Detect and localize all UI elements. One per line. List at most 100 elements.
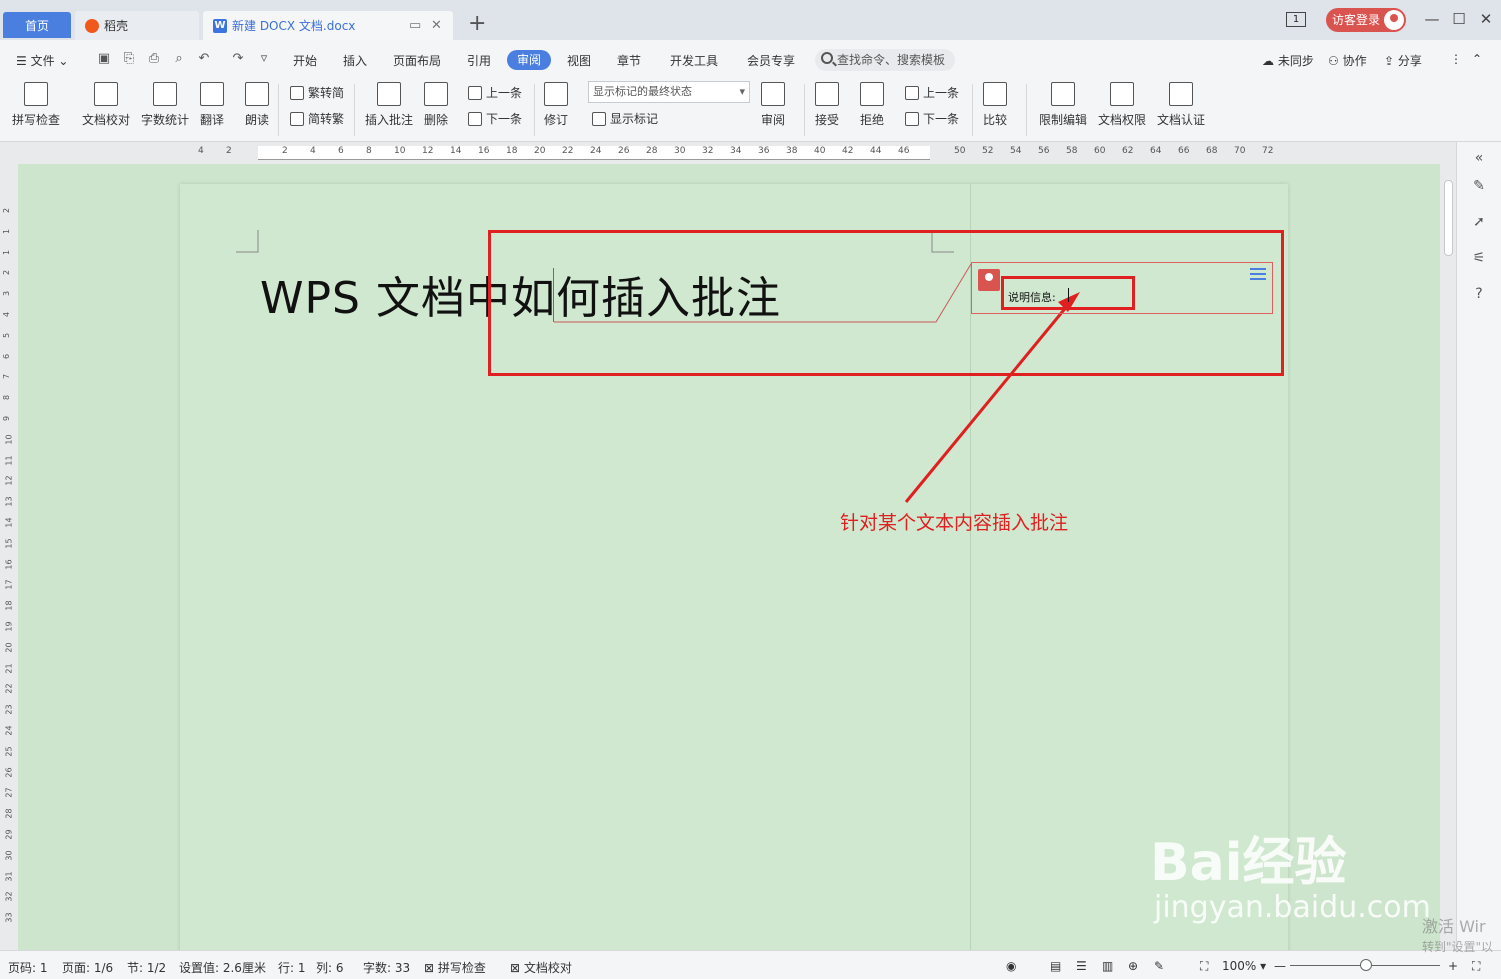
zoom-select[interactable]: 100% ▾ bbox=[1222, 959, 1266, 973]
fit-page-icon[interactable]: ⛶ bbox=[1200, 959, 1208, 974]
tab-document[interactable]: W 新建 DOCX 文档.docx ▭ ✕ bbox=[203, 11, 453, 40]
file-menu-label: 文件 bbox=[30, 54, 55, 68]
zoom-in-icon[interactable]: + bbox=[1448, 959, 1458, 973]
maximize-icon[interactable]: ☐ bbox=[1449, 10, 1469, 28]
simp-to-trad-button[interactable]: 简转繁 bbox=[290, 110, 344, 127]
menu-chapter[interactable]: 章节 bbox=[617, 52, 641, 69]
spell-check-button[interactable]: 拼写检查 bbox=[12, 82, 60, 128]
menu-review[interactable]: 审阅 bbox=[507, 50, 551, 70]
pen-icon[interactable]: ✎ bbox=[1471, 178, 1487, 194]
collapse-panel-icon[interactable]: « bbox=[1471, 150, 1487, 166]
prev-change-button[interactable]: 上一条 bbox=[905, 84, 959, 101]
scroll-thumb[interactable] bbox=[1444, 180, 1453, 256]
doc-proof-button[interactable]: 文档校对 bbox=[82, 82, 130, 128]
status-setting-value: 设置值: 2.6厘米 bbox=[179, 961, 266, 975]
outline-view-icon[interactable]: ☰ bbox=[1076, 959, 1087, 973]
simp-to-trad-icon bbox=[290, 111, 304, 126]
vruler-tick: 19 bbox=[4, 621, 14, 632]
next-change-icon bbox=[905, 111, 919, 126]
next-change-button[interactable]: 下一条 bbox=[905, 110, 959, 127]
tab-close-icon[interactable]: ✕ bbox=[431, 18, 442, 33]
file-menu[interactable]: ☰ 文件 ⌄ bbox=[16, 52, 68, 69]
ruler-tick: 30 bbox=[674, 146, 686, 156]
comment-menu-icon[interactable] bbox=[1250, 268, 1266, 280]
tab-document-label: 新建 DOCX 文档.docx bbox=[232, 19, 356, 33]
status-doc-proof[interactable]: ⊠ 文档校对 bbox=[510, 959, 572, 976]
menu-member[interactable]: 会员专享 bbox=[747, 52, 795, 69]
ruler-tick: 50 bbox=[954, 146, 966, 156]
help-icon[interactable]: ? bbox=[1471, 286, 1487, 302]
read-aloud-button[interactable]: 朗读 bbox=[245, 82, 269, 128]
window-count-badge[interactable]: 1 bbox=[1286, 12, 1306, 27]
tab-pin-icon[interactable]: ▭ bbox=[409, 18, 421, 33]
tab-daoke[interactable]: 稻壳 bbox=[75, 11, 199, 40]
undo-icon[interactable]: ↶ bbox=[196, 51, 212, 67]
menu-page-layout[interactable]: 页面布局 bbox=[393, 52, 441, 69]
ruler-tick: 6 bbox=[338, 146, 344, 156]
prev-comment-button[interactable]: 上一条 bbox=[468, 84, 522, 101]
next-comment-button[interactable]: 下一条 bbox=[468, 110, 522, 127]
reject-button[interactable]: 拒绝 bbox=[860, 82, 884, 128]
eye-protect-icon[interactable]: ◉ bbox=[1006, 959, 1016, 973]
markup-state-select[interactable]: 显示标记的最终状态 bbox=[588, 81, 750, 103]
vertical-ruler[interactable]: 2 1 1 2 3 4 5 6 7 8 9 10 11 12 13 14 15 16 17 18 19 20 21 22 23 2… bbox=[0, 164, 18, 950]
doc-certify-button[interactable]: 文档认证 bbox=[1157, 82, 1205, 128]
zoom-slider-handle[interactable] bbox=[1360, 959, 1372, 971]
redo-icon[interactable]: ↷ bbox=[230, 51, 246, 67]
compare-icon bbox=[983, 82, 1007, 106]
translate-button[interactable]: 翻译 bbox=[200, 82, 224, 128]
word-count-button[interactable]: 字数统计 bbox=[141, 82, 189, 128]
word-count-label: 字数统计 bbox=[141, 113, 190, 127]
trad-to-simp-button[interactable]: 繁转简 bbox=[290, 84, 344, 101]
insert-comment-button[interactable]: 插入批注 bbox=[365, 82, 413, 128]
collapse-ribbon-icon[interactable]: ⌃ bbox=[1472, 52, 1482, 66]
select-cursor-icon[interactable]: ➚ bbox=[1471, 214, 1487, 230]
status-spell-check[interactable]: ⊠ 拼写检查 bbox=[424, 959, 486, 976]
track-changes-button[interactable]: 修订 bbox=[544, 82, 568, 128]
page-view-icon[interactable]: ▤ bbox=[1050, 959, 1061, 973]
menu-insert[interactable]: 插入 bbox=[343, 52, 367, 69]
share-button[interactable]: ⇪ 分享 bbox=[1384, 52, 1422, 69]
settings-sliders-icon[interactable]: ⚟ bbox=[1471, 250, 1487, 266]
menu-dev-tools[interactable]: 开发工具 bbox=[670, 52, 718, 69]
restrict-edit-button[interactable]: 限制编辑 bbox=[1039, 82, 1087, 128]
write-view-icon[interactable]: ✎ bbox=[1154, 959, 1164, 973]
format-painter-icon[interactable]: ⎘ bbox=[121, 51, 137, 67]
read-view-icon[interactable]: ▥ bbox=[1102, 959, 1113, 973]
compare-button[interactable]: 比较 bbox=[983, 82, 1007, 128]
delete-comment-button[interactable]: 删除 bbox=[424, 82, 448, 128]
more-menu-icon[interactable]: ⋮ bbox=[1450, 52, 1462, 66]
show-markup-button[interactable]: 显示标记 bbox=[592, 110, 658, 127]
command-search-input[interactable]: 查找命令、搜索模板 bbox=[815, 49, 955, 71]
print-icon[interactable]: ⎙ bbox=[146, 51, 162, 67]
collaborate-button[interactable]: ⚇ 协作 bbox=[1328, 52, 1367, 69]
minimize-icon[interactable]: — bbox=[1422, 10, 1442, 28]
prev-change-label: 上一条 bbox=[923, 86, 960, 100]
visitor-login-button[interactable]: 访客登录 bbox=[1326, 8, 1406, 32]
window-close-icon[interactable]: ✕ bbox=[1476, 10, 1496, 28]
status-word-count[interactable]: 字数: 33 bbox=[363, 959, 410, 976]
vruler-tick: 12 bbox=[4, 475, 14, 486]
ruler-tick: 8 bbox=[366, 146, 372, 156]
tab-home[interactable]: 首页 bbox=[3, 12, 71, 38]
vertical-scrollbar[interactable] bbox=[1440, 142, 1456, 950]
menu-view[interactable]: 视图 bbox=[567, 52, 591, 69]
status-pages[interactable]: 页面: 1/6 bbox=[62, 959, 113, 976]
fullscreen-icon[interactable]: ⛶ bbox=[1472, 959, 1480, 974]
save-icon[interactable]: ▣ bbox=[96, 51, 112, 67]
new-tab-button[interactable]: + bbox=[468, 12, 486, 36]
menu-references[interactable]: 引用 bbox=[467, 52, 491, 69]
review-pane-button[interactable]: 审阅 bbox=[761, 82, 785, 128]
menu-start[interactable]: 开始 bbox=[293, 52, 317, 69]
horizontal-ruler[interactable]: 4 2 2 4 6 8 10 12 14 16 18 20 22 24 26 28 30 32 34 36 38 40… bbox=[0, 142, 1440, 164]
sync-status[interactable]: ☁ 未同步 bbox=[1262, 52, 1314, 69]
ruler-tick: 10 bbox=[394, 146, 406, 156]
web-view-icon[interactable]: ⊕ bbox=[1128, 959, 1138, 973]
accept-button[interactable]: 接受 bbox=[815, 82, 839, 128]
ruler-tick: 18 bbox=[506, 146, 518, 156]
comment-text-input[interactable]: 说明信息: bbox=[1008, 289, 1056, 305]
print-preview-icon[interactable]: ⌕ bbox=[171, 51, 187, 67]
quick-access-more-icon[interactable]: ▿ bbox=[256, 51, 272, 67]
zoom-out-icon[interactable]: — bbox=[1274, 959, 1286, 973]
doc-permission-button[interactable]: 文档权限 bbox=[1098, 82, 1146, 128]
